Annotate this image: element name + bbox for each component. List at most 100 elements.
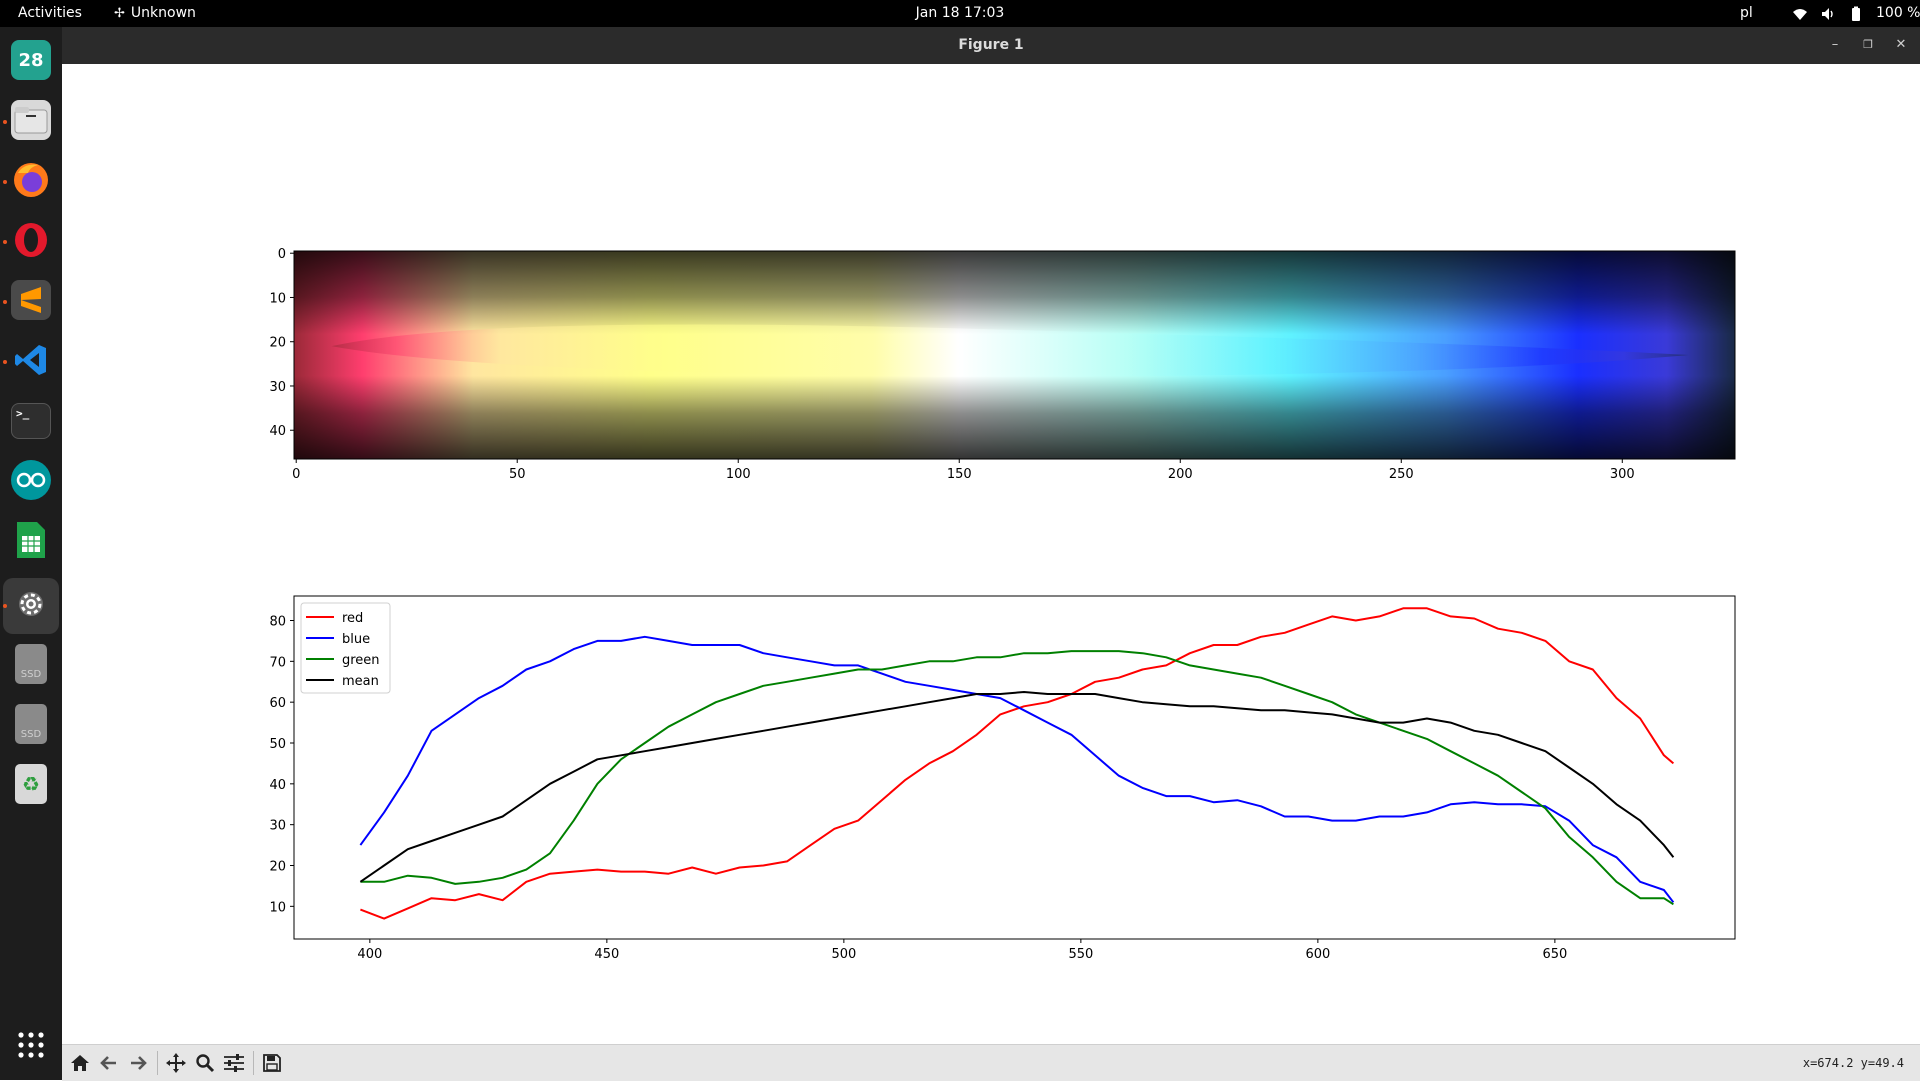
configure-subplots-button[interactable]	[222, 1051, 246, 1075]
y-tick-label: 10	[269, 291, 286, 306]
zoom-button[interactable]	[193, 1051, 217, 1075]
minimize-button[interactable]: –	[1827, 37, 1843, 53]
x-tick-label: 250	[1389, 467, 1414, 482]
folder-icon	[14, 107, 48, 134]
y-tick-label: 40	[269, 424, 286, 439]
image-y-ticks: 0 10 20 30 40	[269, 247, 294, 439]
arduino-icon[interactable]	[11, 460, 51, 500]
image-axes: 0 50 100 150 200 250 300 0 10 20 30 40	[269, 247, 1736, 482]
y-tick-label: 20	[269, 336, 286, 351]
save-button[interactable]	[260, 1051, 284, 1075]
legend-label-red: red	[342, 611, 363, 626]
figure-window: Figure 1 – ❐ ✕ 0 50 100 150 200 250 300 …	[62, 27, 1920, 1081]
x-tick-label: 200	[1168, 467, 1193, 482]
calc-logo	[17, 522, 45, 558]
running-indicator	[3, 360, 7, 364]
calendar-icon[interactable]: 28	[11, 40, 51, 80]
opera-icon[interactable]	[11, 220, 51, 260]
opera-logo	[15, 223, 47, 257]
y-tick-label: 30	[269, 380, 286, 395]
running-indicator	[3, 604, 7, 608]
terminal-icon[interactable]: >_	[11, 403, 51, 439]
y-tick-label: 80	[269, 615, 286, 630]
figure-canvas[interactable]: 0 50 100 150 200 250 300 0 10 20 30 40 400 450 500 55…	[62, 64, 1920, 1044]
x-tick-label: 550	[1068, 947, 1093, 962]
x-tick-label: 500	[831, 947, 856, 962]
x-tick-label: 600	[1305, 947, 1330, 962]
top-bar: Activities ✢ Unknown Jan 18 17:03 pl 100 …	[0, 0, 1920, 27]
y-tick-label: 0	[278, 247, 286, 262]
x-tick-label: 400	[357, 947, 382, 962]
x-tick-label: 450	[594, 947, 619, 962]
legend-label-mean: mean	[342, 674, 379, 689]
sliders-icon	[224, 1054, 244, 1072]
battery-percent: 100 %	[1876, 5, 1920, 21]
clock[interactable]: Jan 18 17:03	[916, 5, 1005, 21]
app-indicator-icon: ✢	[114, 6, 125, 21]
toolbar-separator	[253, 1051, 254, 1075]
forward-button[interactable]	[126, 1051, 150, 1075]
y-tick-label: 40	[269, 778, 286, 793]
move-icon	[166, 1053, 186, 1073]
drive-label: SSD	[20, 669, 42, 680]
legend-label-blue: blue	[342, 632, 370, 647]
system-tray[interactable]: 100 %	[1792, 0, 1920, 27]
line-axes: 400 450 500 550 600 650 10 20 30 40 50 60 70 80 red b…	[269, 595, 1736, 962]
x-tick-label: 150	[947, 467, 972, 482]
arduino-logo	[16, 472, 46, 488]
close-button[interactable]: ✕	[1893, 37, 1909, 53]
drive-icon[interactable]: SSD	[15, 644, 47, 684]
y-tick-label: 20	[269, 860, 286, 875]
x-tick-label: 50	[509, 467, 526, 482]
drive-label: SSD	[20, 729, 42, 740]
magnifier-icon	[196, 1054, 215, 1073]
spreadsheet-icon[interactable]	[11, 520, 51, 560]
x-tick-label: 0	[292, 467, 300, 482]
volume-icon	[1822, 7, 1833, 20]
dock: 28 >_ SSD SSD ♻	[0, 27, 62, 1080]
trash-icon[interactable]: ♻	[15, 764, 47, 804]
home-button[interactable]	[68, 1051, 92, 1075]
y-tick-label: 60	[269, 696, 286, 711]
y-tick-label: 50	[269, 737, 286, 752]
x-tick-label: 650	[1542, 947, 1567, 962]
x-tick-label: 100	[726, 467, 751, 482]
app-menu[interactable]: ✢ Unknown	[114, 0, 196, 27]
running-indicator	[3, 240, 7, 244]
keyboard-layout[interactable]: pl	[1740, 0, 1753, 27]
clock-container: Jan 18 17:03	[0, 0, 1920, 27]
line-axes-frame	[293, 595, 1736, 940]
back-button[interactable]	[97, 1051, 121, 1075]
sublime-text-icon[interactable]	[11, 280, 51, 320]
line-y-ticks: 10 20 30 40 50 60 70 80	[269, 615, 294, 915]
battery-icon	[1852, 6, 1860, 21]
recycle-icon: ♻	[22, 772, 40, 796]
app-name: Unknown	[130, 5, 196, 21]
settings-icon[interactable]	[11, 584, 51, 624]
y-tick-label: 70	[269, 655, 286, 670]
cursor-coordinates: x=674.2 y=49.4	[1802, 1056, 1904, 1070]
vscode-icon[interactable]	[11, 340, 51, 380]
maximize-button[interactable]: ❐	[1860, 37, 1876, 53]
app-grid-icon	[18, 1032, 44, 1058]
pan-button[interactable]	[164, 1051, 188, 1075]
activities-button[interactable]: Activities	[18, 0, 82, 27]
legend-label-green: green	[342, 653, 380, 668]
window-title: Figure 1	[958, 37, 1024, 53]
navigation-toolbar: x=674.2 y=49.4	[62, 1044, 1920, 1081]
firefox-icon[interactable]	[11, 160, 51, 200]
terminal-prompt-icon: >_	[16, 407, 30, 420]
arrow-left-icon	[100, 1056, 116, 1070]
vscode-logo	[15, 345, 46, 375]
files-icon[interactable]	[11, 100, 51, 140]
show-apps-button[interactable]	[11, 1025, 51, 1065]
figure-svg: 0 50 100 150 200 250 300 0 10 20 30 40 400 450 500 55…	[269, 247, 1736, 962]
sublime-logo	[21, 287, 41, 313]
wifi-icon	[1793, 8, 1807, 20]
home-icon	[71, 1055, 89, 1071]
drive-icon[interactable]: SSD	[15, 704, 47, 744]
line-x-ticks: 400 450 500 550 600 650	[357, 939, 1567, 962]
title-bar[interactable]: Figure 1 – ❐ ✕	[62, 27, 1920, 64]
x-tick-label: 300	[1610, 467, 1635, 482]
firefox-logo	[14, 163, 48, 197]
